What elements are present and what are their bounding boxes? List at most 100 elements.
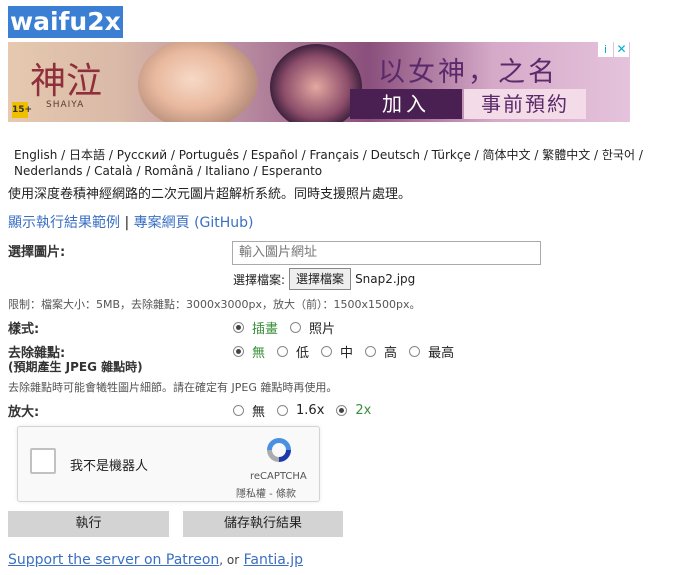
language-selector: English / 日本語 / Русский / Português / Es…: [14, 147, 689, 179]
noise-option-label: 無: [252, 346, 266, 361]
language-link[interactable]: Nederlands: [14, 164, 82, 178]
style-radio[interactable]: [290, 322, 302, 333]
language-separator: /: [297, 148, 310, 162]
noise-radio[interactable]: [233, 346, 244, 357]
language-link[interactable]: English: [14, 148, 57, 162]
language-separator: /: [249, 164, 262, 178]
style-option[interactable]: 照片: [290, 318, 347, 337]
language-separator: /: [530, 148, 543, 162]
ad-brand-subtitle: SHAIYA: [46, 100, 85, 110]
selected-file-name: Snap2.jpg: [355, 272, 416, 286]
scale-radio[interactable]: [336, 405, 348, 416]
file-picker-row: 選擇檔案: 選擇檔案 Snap2.jpg: [233, 268, 415, 290]
noise-option[interactable]: 無: [233, 342, 277, 361]
image-label: 選擇圖片:: [8, 245, 66, 260]
choose-file-button[interactable]: 選擇檔案: [289, 268, 352, 290]
ad-join-button[interactable]: 加入: [350, 89, 462, 119]
recaptcha-label: 我不是機器人: [70, 459, 149, 474]
image-url-input[interactable]: 輸入圖片網址: [232, 241, 541, 265]
noise-sublabel: (預期產生 JPEG 雜點時): [8, 360, 143, 374]
language-separator: /: [82, 164, 95, 178]
language-separator: /: [420, 148, 432, 162]
project-github-link[interactable]: 專案網頁 (GitHub): [134, 215, 254, 231]
noise-radio[interactable]: [277, 346, 289, 357]
patreon-link[interactable]: Support the server on Patreon: [8, 552, 219, 568]
noise-option[interactable]: 高: [365, 342, 409, 361]
recaptcha-widget: 我不是機器人 reCAPTCHA 隱私權 - 條款: [17, 426, 320, 502]
noise-option-label: 最高: [428, 346, 455, 361]
language-link[interactable]: 繁體中文: [542, 148, 590, 162]
noise-option[interactable]: 中: [321, 342, 365, 361]
language-separator: /: [239, 148, 251, 162]
style-option[interactable]: 插畫: [233, 318, 290, 337]
upload-limits-note: 限制：檔案大小：5MB，去除雜點：3000x3000px，放大（前）：1500x…: [8, 298, 421, 311]
ad-headline: 以女神，之名: [378, 57, 558, 88]
language-link[interactable]: 한국어: [602, 148, 635, 162]
style-label: 樣式:: [8, 322, 40, 337]
scale-option[interactable]: 無: [233, 401, 277, 420]
scale-label: 放大:: [8, 405, 40, 420]
recaptcha-checkbox[interactable]: [30, 448, 56, 474]
run-button[interactable]: 執行: [8, 511, 169, 537]
noise-options: 無 低 中 高 最高: [233, 342, 466, 361]
language-link[interactable]: 日本語: [69, 148, 105, 162]
recaptcha-logo-icon: [267, 438, 291, 462]
examples-link[interactable]: 顯示執行結果範例: [8, 215, 120, 231]
advertisement-banner[interactable]: 神泣 SHAIYA 15+ 以女神，之名 加入 事前預約 i ✕: [8, 42, 630, 122]
style-radio[interactable]: [233, 322, 244, 333]
language-link[interactable]: Español: [251, 148, 298, 162]
noise-warning-note: 去除雜點時可能會犧牲圖片細節。請在確定有 JPEG 雜點時再使用。: [8, 381, 338, 394]
style-option-label: 插畫: [252, 322, 279, 337]
language-separator: /: [132, 164, 145, 178]
scale-option-label: 無: [252, 405, 266, 420]
language-link[interactable]: Français: [309, 148, 358, 162]
fantia-link[interactable]: Fantia.jp: [244, 552, 303, 568]
footer-support: Support the server on Patreon, or Fantia…: [8, 552, 303, 568]
language-link[interactable]: Català: [94, 164, 132, 178]
scale-radio[interactable]: [277, 405, 289, 416]
file-picker-label: 選擇檔案:: [233, 272, 286, 287]
noise-option-label: 高: [384, 346, 398, 361]
noise-radio[interactable]: [365, 346, 377, 357]
language-separator: /: [167, 148, 179, 162]
ad-preregister-button[interactable]: 事前預約: [464, 89, 586, 119]
noise-option-label: 中: [340, 346, 354, 361]
noise-option-label: 低: [296, 346, 310, 361]
scale-option-label: 2x: [355, 403, 372, 418]
noise-radio[interactable]: [409, 346, 421, 357]
scale-option[interactable]: 1.6x: [277, 403, 336, 418]
language-link[interactable]: Português: [179, 148, 239, 162]
scale-option-label: 1.6x: [296, 403, 325, 418]
ad-close-icon[interactable]: ✕: [614, 42, 629, 57]
language-link[interactable]: 简体中文: [483, 148, 531, 162]
save-result-button[interactable]: 儲存執行結果: [183, 511, 343, 537]
language-link[interactable]: Deutsch: [371, 148, 420, 162]
scale-option[interactable]: 2x: [336, 403, 383, 418]
ad-character-image-2: [270, 44, 362, 122]
language-separator: /: [470, 148, 483, 162]
language-separator: /: [105, 148, 117, 162]
footer-or-text: , or: [219, 553, 240, 567]
language-link[interactable]: Italiano: [205, 164, 250, 178]
site-logo[interactable]: waifu2x: [8, 6, 123, 38]
language-link[interactable]: Esperanto: [261, 164, 322, 178]
recaptcha-terms-link[interactable]: 隱私權 - 條款: [236, 485, 296, 500]
age-rating-badge: 15+: [12, 102, 32, 118]
scale-radio[interactable]: [233, 405, 244, 416]
noise-option[interactable]: 低: [277, 342, 321, 361]
language-link[interactable]: Română: [144, 164, 193, 178]
language-separator: /: [635, 148, 643, 162]
link-separator: |: [124, 215, 130, 231]
language-link[interactable]: Türkçe: [432, 148, 471, 162]
style-options: 插畫 照片: [233, 318, 347, 337]
scale-options: 無 1.6x 2x: [233, 401, 383, 420]
recaptcha-brand: reCAPTCHA: [250, 471, 307, 482]
style-option-label: 照片: [309, 322, 336, 337]
ad-character-image-1: [138, 42, 258, 122]
noise-option[interactable]: 最高: [409, 342, 466, 361]
ad-info-icon[interactable]: i: [598, 42, 613, 57]
language-link[interactable]: Русский: [117, 148, 167, 162]
language-separator: /: [590, 148, 602, 162]
noise-radio[interactable]: [321, 346, 333, 357]
site-description: 使用深度卷積神經網路的二次元圖片超解析系統。同時支援照片處理。: [8, 187, 412, 202]
